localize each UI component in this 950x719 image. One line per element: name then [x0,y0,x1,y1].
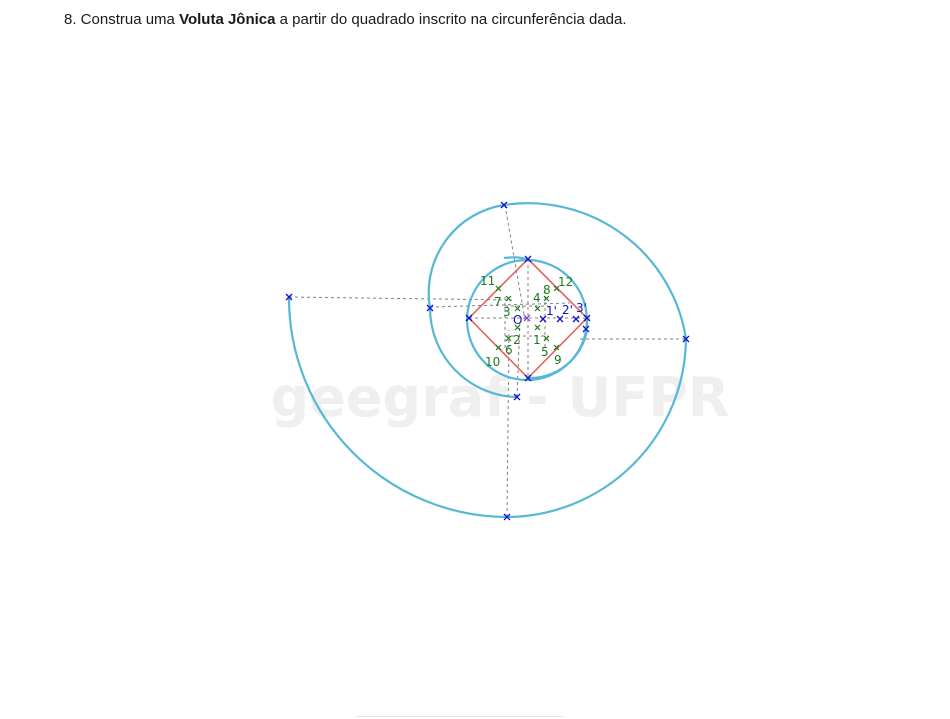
label-11: 11 [480,274,495,288]
label-12: 12 [558,275,573,289]
point-marker [534,324,541,331]
point-marker [505,295,512,302]
point-marker [534,305,541,312]
label-3-prime: 3' [576,301,587,315]
label-6: 6 [505,343,513,357]
watermark: geegraf - UFPR [270,366,729,429]
label-2-prime: 2' [562,303,573,317]
label-2: 2 [513,333,521,347]
point-marker [572,315,580,323]
label-7: 7 [494,295,502,309]
spiral-arc-7 [503,202,688,340]
label-8: 8 [543,283,551,297]
label-1-prime: 1' [546,304,557,318]
label-3: 3 [503,305,511,319]
point-marker [495,344,502,351]
bottom-rule [355,716,563,717]
label-1: 1 [533,333,541,347]
construction-line [288,296,513,301]
spiral-arc-4 [503,256,529,262]
label-4: 4 [533,291,541,305]
label-5: 5 [541,345,549,359]
spiral-arc-5 [427,203,505,309]
label-10: 10 [485,355,500,369]
label-9: 9 [554,353,562,367]
point-marker [495,285,502,292]
point-marker [514,305,521,312]
center-label: O [513,313,522,327]
ionic-volute-figure: geegraf - UFPR O 1 2 3 4 5 6 7 8 9 10 11… [270,201,730,521]
